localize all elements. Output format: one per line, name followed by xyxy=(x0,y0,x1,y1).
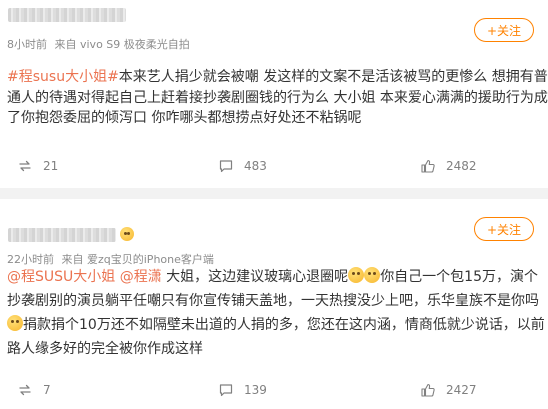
blurred-username xyxy=(8,8,126,22)
mention-link[interactable]: @程SUSU大小姐 xyxy=(7,269,115,285)
content-text: 路人缘多好的完全被你作成这样 xyxy=(7,341,203,357)
emoji-icon xyxy=(120,227,134,241)
mention-link[interactable]: @程潇 xyxy=(120,269,162,285)
like-button[interactable]: 2482 xyxy=(420,158,477,174)
post-content: @程SUSU大小姐 @程潇 大姐，这边建议玻璃心退圈呢 你自己一个包15万，演个 … xyxy=(7,265,545,361)
comment-button[interactable]: 139 xyxy=(218,382,267,398)
content-text: 了你抱怨委屈的倾泻口 你咋哪头都想捞点好处还不粘锅呢 xyxy=(7,110,362,126)
action-bar: 21 483 2482 xyxy=(0,158,548,176)
content-text: 通人的待遇对得起自己上赶着接抄袭剧圈钱的行为么 大小姐 本来爱心满满的援助行为成 xyxy=(7,89,548,106)
repost-icon xyxy=(19,160,31,172)
follow-button[interactable]: +关注 xyxy=(474,217,534,241)
post-meta: 8小时前 来自 vivo S9 极夜柔光自拍 xyxy=(7,36,194,52)
blurred-username xyxy=(8,228,116,242)
topic-link[interactable]: #程susu大小姐# xyxy=(7,69,119,85)
follow-button[interactable]: +关注 xyxy=(474,18,534,42)
like-count: 2482 xyxy=(446,159,477,173)
comment-icon xyxy=(219,160,233,173)
emoji-icon xyxy=(7,315,23,331)
repost-button[interactable]: 21 xyxy=(17,158,58,174)
like-button[interactable]: 2427 xyxy=(420,382,477,398)
comment-icon xyxy=(219,384,233,397)
post-source: 来自 vivo S9 极夜柔光自拍 xyxy=(54,38,190,51)
content-text: 捐款捐个10万还不如隔壁未出道的人捐的多，您还在这内涵，情商低就少说话，以前 xyxy=(23,317,545,333)
comment-button[interactable]: 483 xyxy=(218,158,267,174)
like-icon xyxy=(421,159,435,173)
like-icon xyxy=(421,383,435,397)
content-text: 大姐，这边建议玻璃心退圈呢 xyxy=(161,269,349,285)
repost-button[interactable]: 7 xyxy=(17,382,51,398)
comment-count: 483 xyxy=(244,159,267,173)
like-count: 2427 xyxy=(446,383,477,397)
post-content: #程susu大小姐#本来艺人捐少就会被嘲 发这样的文案不是活该被骂的更惨么 想拥… xyxy=(7,67,548,129)
post-card-2: 22小时前 来自 爱zq宝贝的iPhone客户端 +关注 @程SUSU大小姐 @… xyxy=(0,199,548,409)
content-text: 抄袭剧别的演员躺平任嘲只有你宣传铺天盖地，一天热搜没少上吧，乐华皇族不是你吗 xyxy=(7,293,539,309)
repost-icon xyxy=(19,384,31,396)
post-separator xyxy=(0,188,548,199)
repost-count: 7 xyxy=(43,383,51,397)
emoji-icon xyxy=(348,267,365,283)
action-bar: 7 139 2427 xyxy=(0,382,548,400)
comment-count: 139 xyxy=(244,383,267,397)
post-card-1: 8小时前 来自 vivo S9 极夜柔光自拍 +关注 #程susu大小姐#本来艺… xyxy=(0,0,548,188)
post-time: 8小时前 xyxy=(7,38,47,51)
emoji-icon xyxy=(364,267,381,283)
repost-count: 21 xyxy=(43,159,59,173)
content-text: 本来艺人捐少就会被嘲 发这样的文案不是活该被骂的更惨么 想拥有普 xyxy=(118,69,548,85)
content-text: 你自己一个包15万，演个 xyxy=(380,269,539,285)
